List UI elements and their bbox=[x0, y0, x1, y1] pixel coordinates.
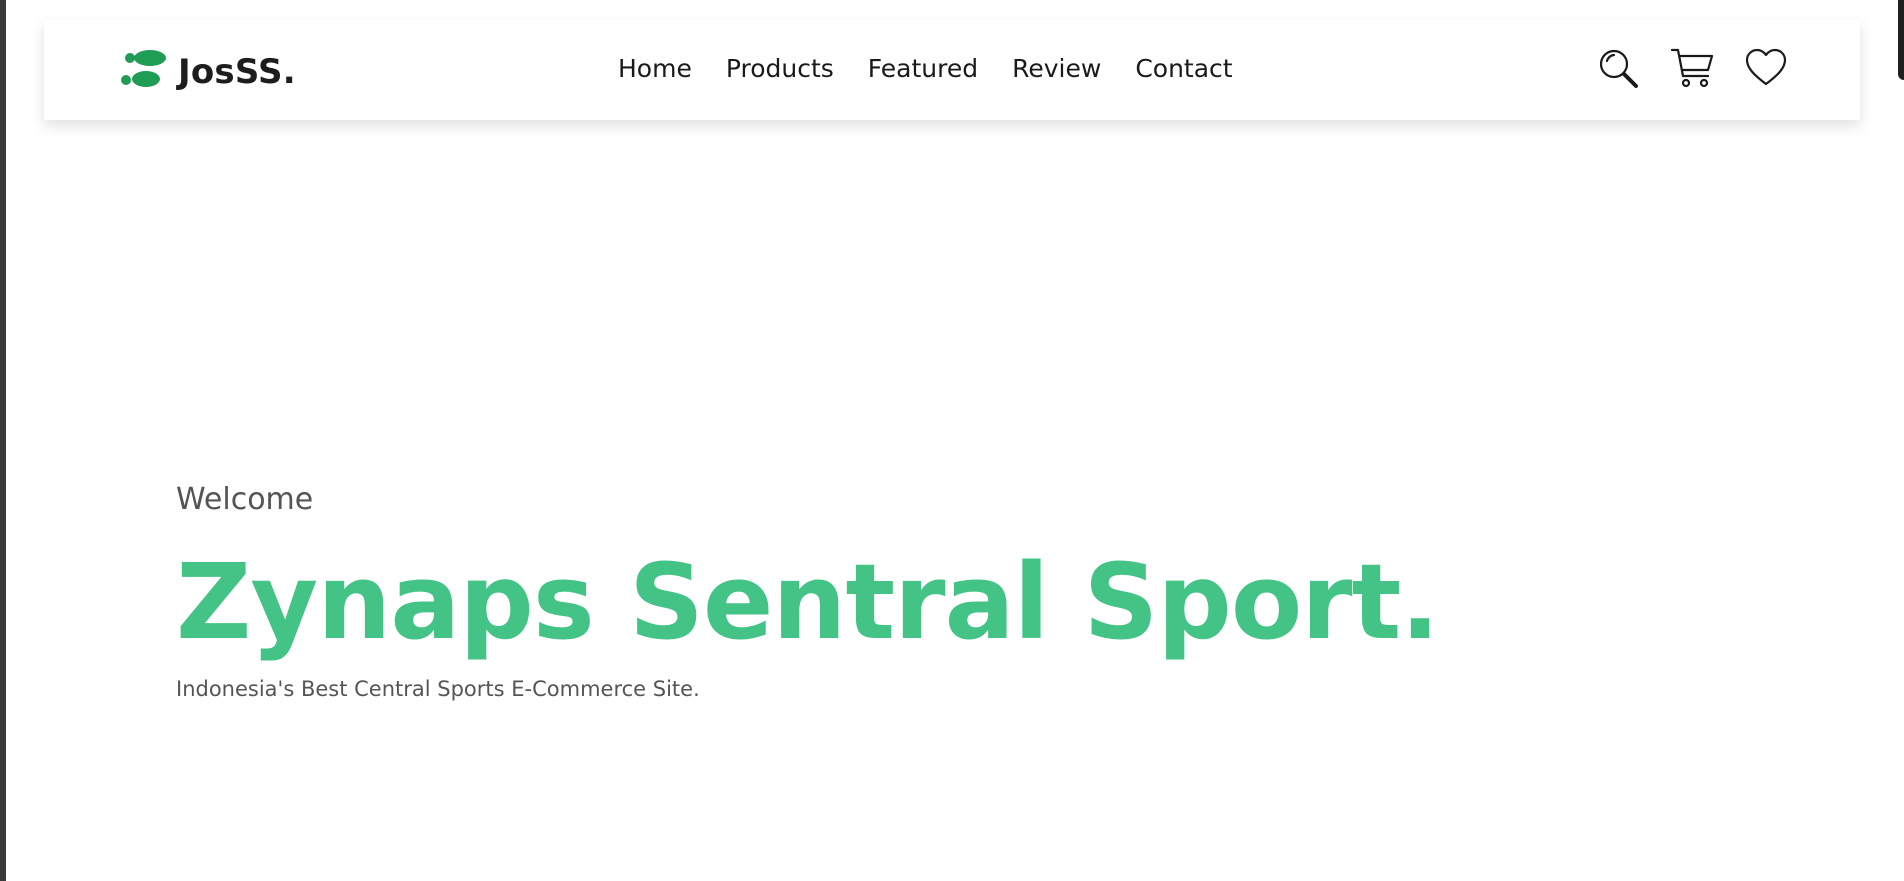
nav-menu: Home Products Featured Review Contact bbox=[618, 52, 1233, 86]
nav-link-featured[interactable]: Featured bbox=[868, 52, 978, 86]
heart-icon[interactable] bbox=[1744, 46, 1788, 90]
hero-title: Zynaps Sentral Sport. bbox=[176, 541, 1440, 663]
brand-logo[interactable]: JosSS. bbox=[118, 48, 296, 95]
hero-welcome: Welcome bbox=[176, 482, 314, 517]
nav-icon-group bbox=[1596, 46, 1788, 90]
nav-link-products[interactable]: Products bbox=[726, 52, 834, 86]
hero-section: Welcome Zynaps Sentral Sport. Indonesia'… bbox=[176, 478, 1440, 704]
nav-link-home[interactable]: Home bbox=[618, 52, 692, 86]
nav-link-contact[interactable]: Contact bbox=[1135, 52, 1232, 86]
brand-name: JosSS. bbox=[178, 51, 296, 92]
cart-icon[interactable] bbox=[1670, 46, 1714, 90]
nav-link-review[interactable]: Review bbox=[1012, 52, 1101, 86]
search-icon[interactable] bbox=[1596, 46, 1640, 90]
window-frame-left bbox=[0, 0, 6, 881]
hero-subtitle: Indonesia's Best Central Sports E-Commer… bbox=[176, 677, 700, 701]
footprints-icon bbox=[118, 48, 170, 95]
navbar: JosSS. Home Products Featured Review Con… bbox=[44, 20, 1860, 120]
window-frame-right bbox=[1898, 0, 1904, 80]
